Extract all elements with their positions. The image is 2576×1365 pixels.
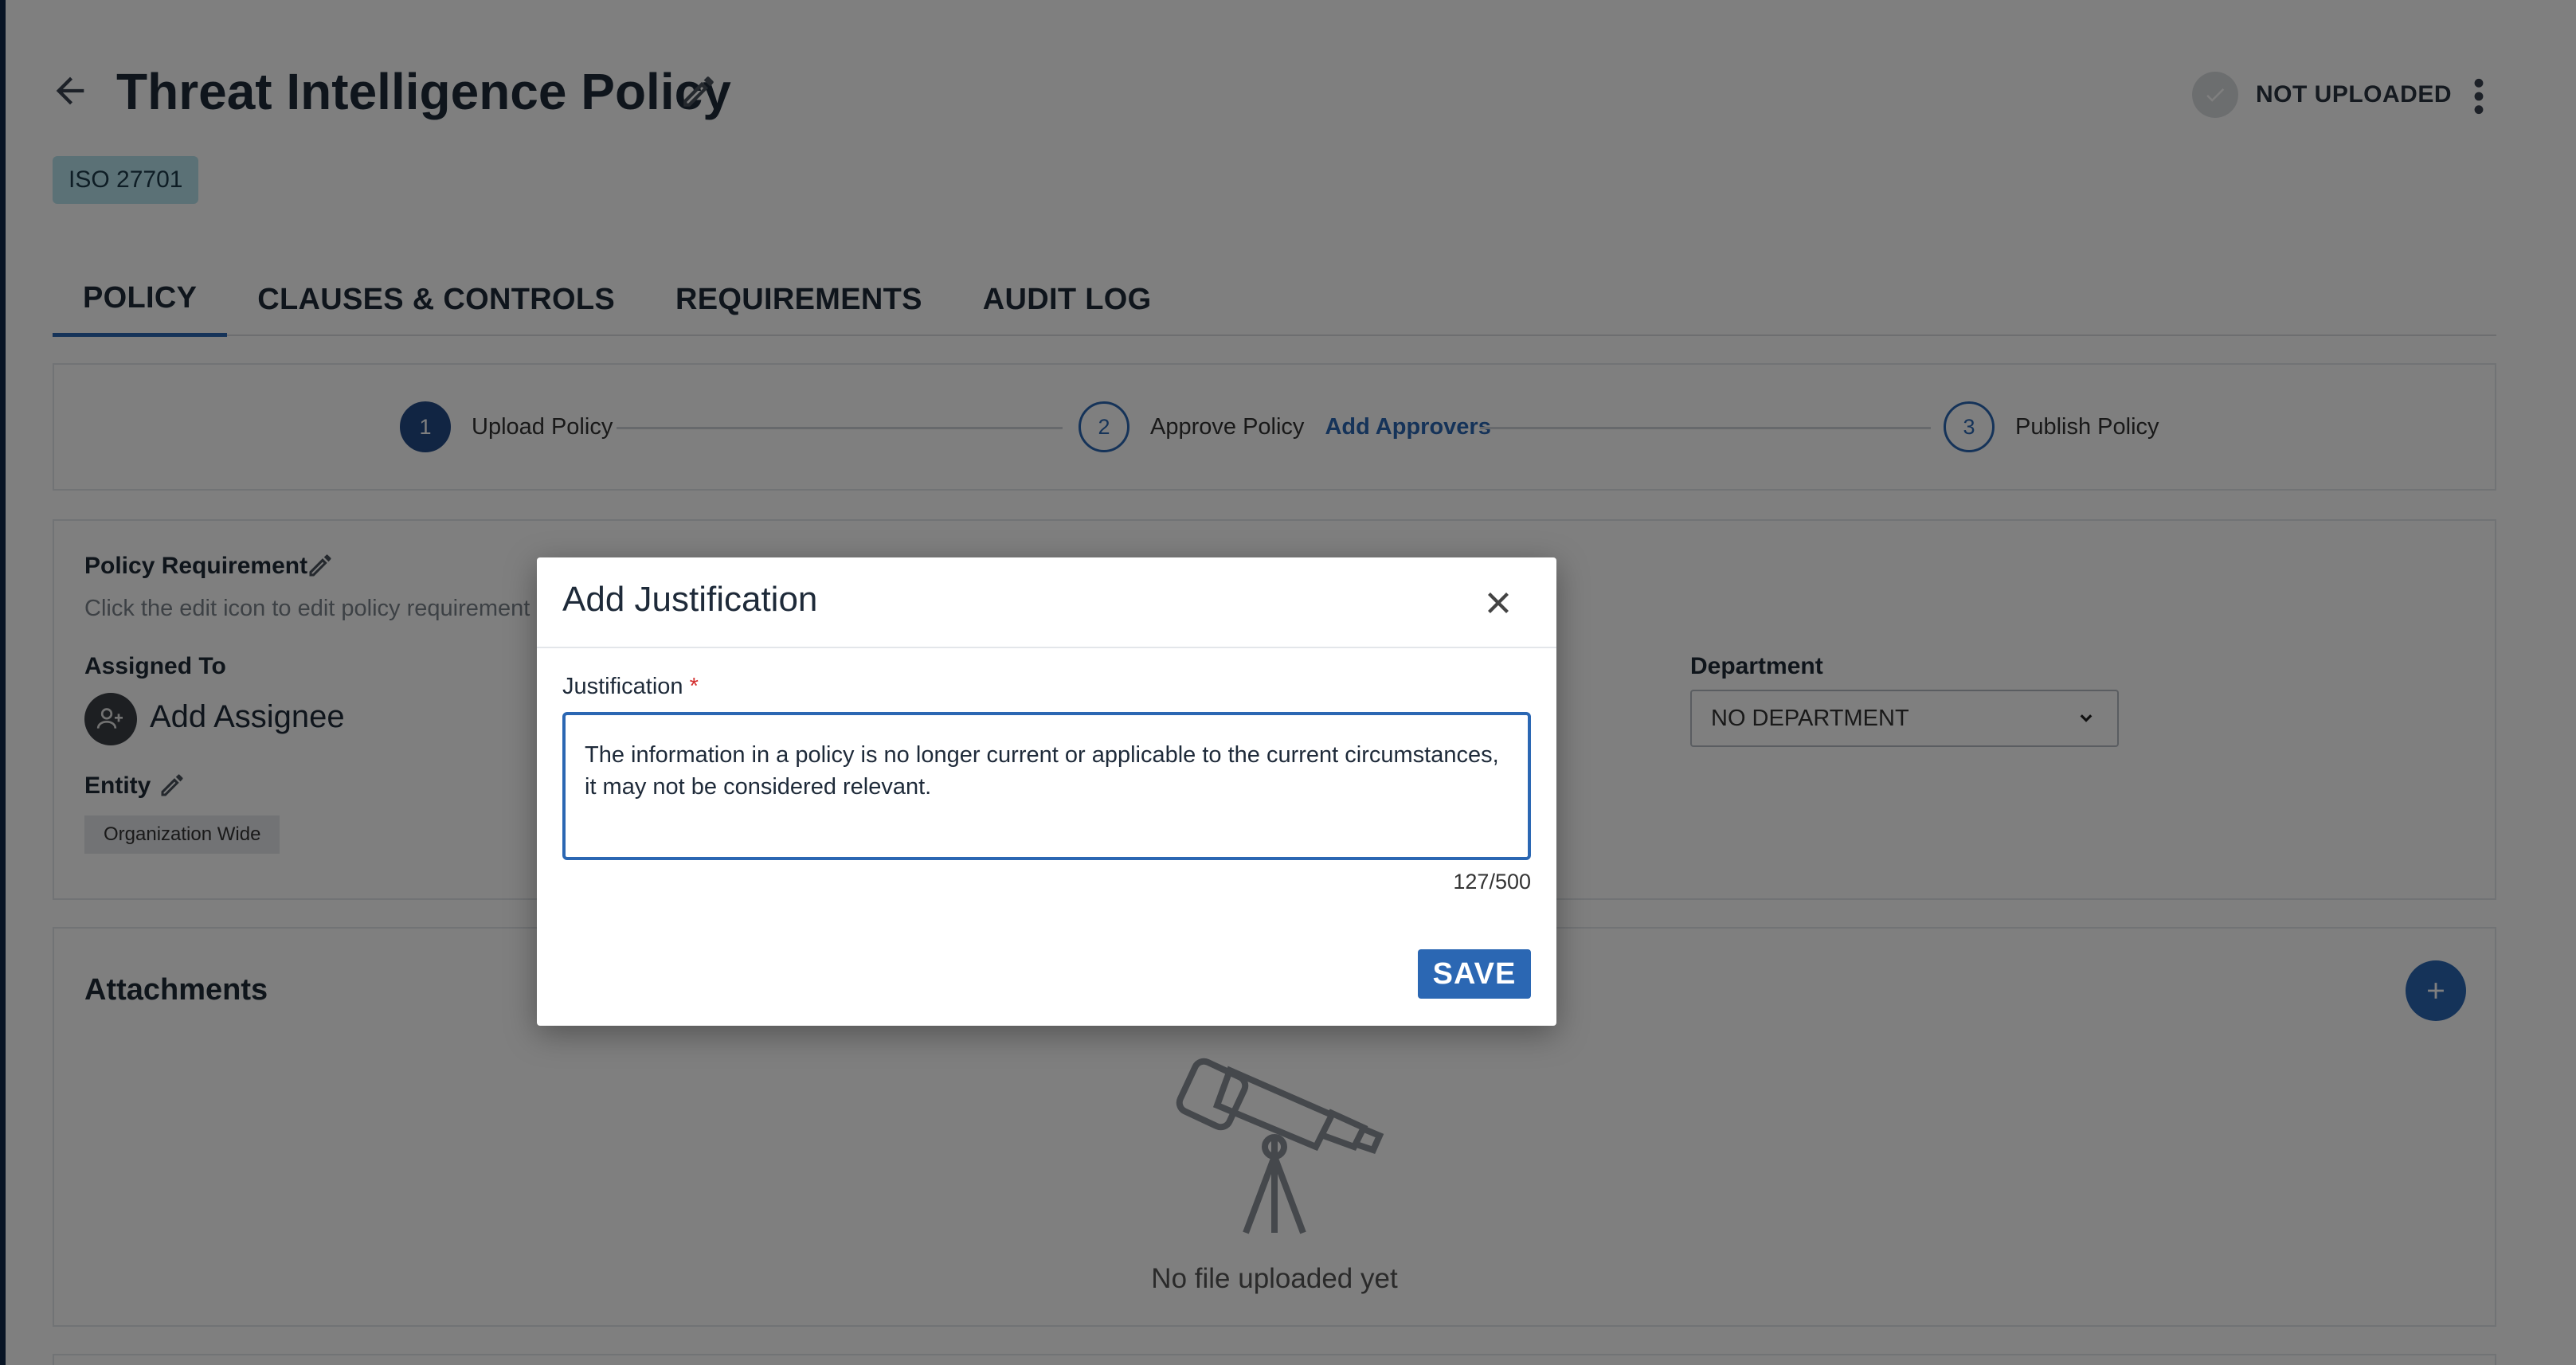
save-button[interactable]: SAVE: [1418, 949, 1531, 999]
close-icon[interactable]: [1480, 585, 1517, 621]
justification-label-text: Justification: [562, 674, 683, 699]
character-counter: 127/500: [1453, 870, 1531, 894]
justification-label: Justification *: [562, 674, 699, 700]
dialog-header: Add Justification: [537, 557, 1556, 648]
required-marker: *: [689, 674, 699, 699]
add-justification-dialog: Add Justification Justification * The in…: [537, 557, 1556, 1026]
dialog-title: Add Justification: [562, 580, 818, 619]
justification-textarea[interactable]: The information in a policy is no longer…: [562, 712, 1531, 860]
